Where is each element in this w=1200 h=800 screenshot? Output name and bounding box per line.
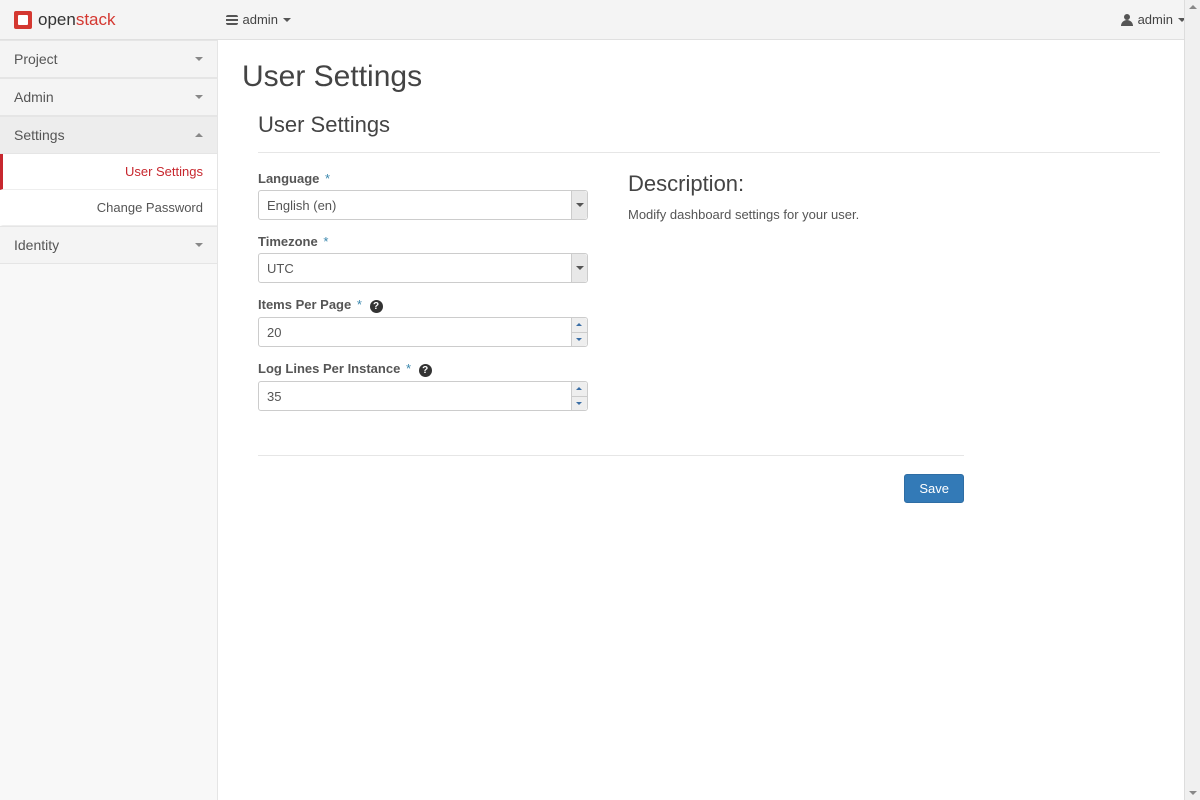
help-icon[interactable]: ? (419, 364, 432, 377)
spinner-icon[interactable] (571, 382, 587, 410)
form-actions: Save (258, 455, 964, 503)
sidebar-group-settings[interactable]: Settings (0, 117, 217, 154)
chevron-down-icon (195, 243, 203, 247)
scroll-down-icon (1188, 788, 1197, 798)
items-per-page-value: 20 (267, 325, 281, 340)
sidebar-item-user-settings[interactable]: User Settings (0, 154, 217, 190)
project-label: admin (243, 12, 278, 27)
scroll-up-icon (1188, 2, 1197, 12)
chevron-up-icon (195, 133, 203, 137)
section-title: User Settings (258, 112, 1160, 138)
language-value: English (en) (267, 198, 336, 213)
user-dropdown[interactable]: admin (1121, 12, 1186, 27)
log-lines-label: Log Lines Per Instance * ? (258, 361, 588, 377)
items-per-page-input[interactable]: 20 (258, 317, 588, 347)
window-scrollbar[interactable] (1184, 0, 1200, 800)
language-label: Language * (258, 171, 588, 186)
chevron-down-icon (195, 57, 203, 61)
timezone-value: UTC (267, 261, 294, 276)
field-items-per-page: Items Per Page * ? 20 (258, 297, 588, 347)
dropdown-toggle-icon (571, 191, 587, 219)
save-button[interactable]: Save (904, 474, 964, 503)
items-per-page-label: Items Per Page * ? (258, 297, 588, 313)
brand-text: openstack (38, 10, 116, 30)
openstack-logo-icon (14, 11, 32, 29)
sidebar-group-admin[interactable]: Admin (0, 79, 217, 116)
field-language: Language * English (en) (258, 171, 588, 220)
log-lines-value: 35 (267, 389, 281, 404)
timezone-select[interactable]: UTC (258, 253, 588, 283)
user-icon (1121, 14, 1133, 26)
timezone-label: Timezone * (258, 234, 588, 249)
user-label: admin (1138, 12, 1173, 27)
brand[interactable]: openstack (14, 10, 116, 30)
main-content: User Settings User Settings Language * E… (218, 40, 1200, 800)
log-lines-input[interactable]: 35 (258, 381, 588, 411)
topbar: openstack admin admin (0, 0, 1200, 40)
field-timezone: Timezone * UTC (258, 234, 588, 283)
caret-down-icon (283, 18, 291, 22)
project-dropdown[interactable]: admin (226, 12, 291, 27)
spinner-icon[interactable] (571, 318, 587, 346)
database-icon (226, 15, 238, 25)
page-title: User Settings (242, 60, 1176, 94)
language-select[interactable]: English (en) (258, 190, 588, 220)
help-icon[interactable]: ? (370, 300, 383, 313)
sidebar-group-identity[interactable]: Identity (0, 227, 217, 264)
divider (258, 152, 1160, 153)
sidebar-group-project[interactable]: Project (0, 41, 217, 78)
chevron-down-icon (195, 95, 203, 99)
description-text: Modify dashboard settings for your user. (628, 207, 988, 222)
sidebar: Project Admin Settings User Settings Cha… (0, 40, 218, 800)
dropdown-toggle-icon (571, 254, 587, 282)
sidebar-item-change-password[interactable]: Change Password (0, 190, 217, 226)
description-title: Description: (628, 171, 988, 197)
field-log-lines: Log Lines Per Instance * ? 35 (258, 361, 588, 411)
